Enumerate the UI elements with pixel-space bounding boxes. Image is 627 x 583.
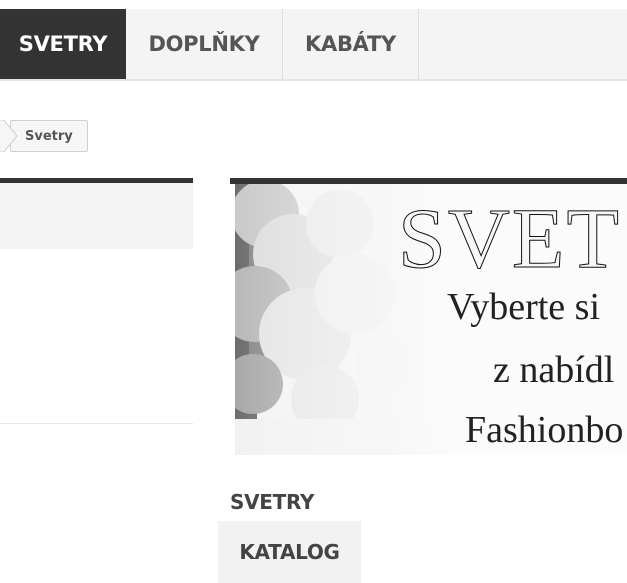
banner-text-line-2: z nabídl [493,349,615,391]
main-content: SVET Vyberte si z nabídl Fashionbo [230,178,627,455]
nav-item-svetry[interactable]: SVETRY [0,9,126,79]
nav-item-kabaty[interactable]: KABÁTY [283,9,419,79]
nav-item-doplnky[interactable]: DOPLŇKY [126,9,283,79]
banner-text-line-1: Vyberte si [447,286,601,328]
main-navigation: SVETRY DOPLŇKY KABÁTY [0,9,627,81]
catalog-button[interactable]: KATALOG [218,521,361,583]
banner-text-line-3: Fashionbo [465,409,624,451]
sidebar-box [0,178,193,424]
category-heading: SVETRY [230,490,315,514]
breadcrumb-arrow-icon [0,120,18,152]
banner-title: SVET [398,190,621,287]
breadcrumb: Svetry [0,120,88,152]
category-banner: SVET Vyberte si z nabídl Fashionbo [235,184,627,455]
breadcrumb-item-svetry[interactable]: Svetry [10,120,88,152]
sidebar-header [0,183,193,249]
